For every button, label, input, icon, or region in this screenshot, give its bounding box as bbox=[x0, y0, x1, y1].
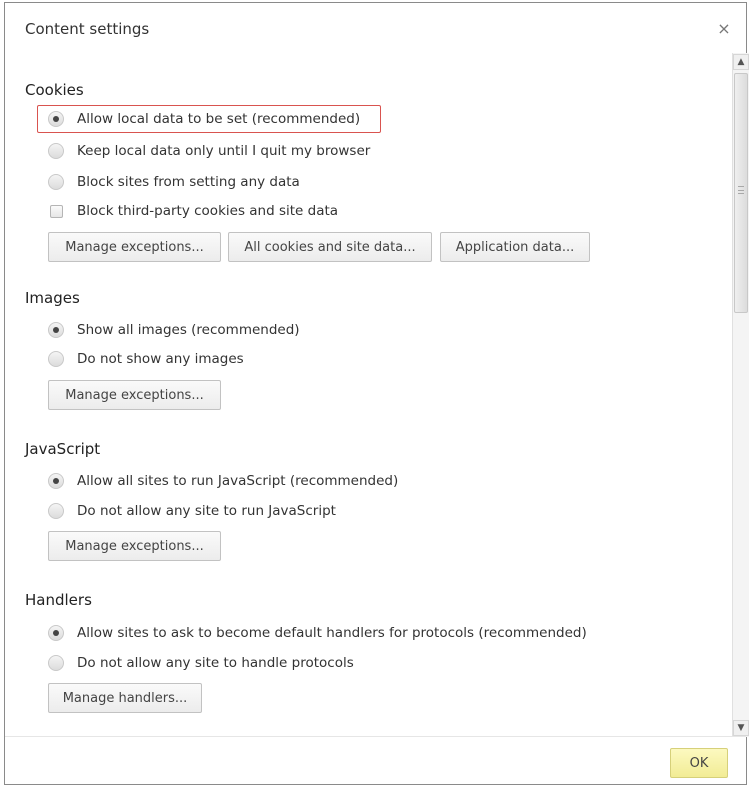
radio-disallow-javascript[interactable]: Do not allow any site to run JavaScript bbox=[48, 500, 336, 522]
scroll-up-icon[interactable]: ▲ bbox=[733, 54, 749, 70]
application-data-button[interactable]: Application data... bbox=[440, 232, 590, 262]
scroll-down-icon[interactable]: ▼ bbox=[733, 720, 749, 736]
radio-label: Do not show any images bbox=[77, 351, 244, 367]
radio-disallow-handlers[interactable]: Do not allow any site to handle protocol… bbox=[48, 652, 354, 674]
section-title-handlers: Handlers bbox=[25, 591, 92, 609]
radio-label: Do not allow any site to run JavaScript bbox=[77, 503, 336, 519]
radio-button[interactable] bbox=[48, 174, 64, 190]
ok-button[interactable]: OK bbox=[670, 748, 728, 778]
checkbox[interactable] bbox=[50, 204, 63, 218]
checkbox-block-third-party[interactable]: Block third-party cookies and site data bbox=[48, 200, 338, 222]
content-settings-dialog: Content settings × Cookies Allow local d… bbox=[4, 2, 749, 785]
dialog-footer: OK bbox=[5, 736, 746, 784]
radio-keep-until-quit[interactable]: Keep local data only until I quit my bro… bbox=[48, 140, 370, 162]
manage-javascript-exceptions-button[interactable]: Manage exceptions... bbox=[48, 531, 221, 561]
radio-allow-local-data[interactable]: Allow local data to be set (recommended) bbox=[48, 108, 360, 130]
all-cookies-button[interactable]: All cookies and site data... bbox=[228, 232, 432, 262]
radio-allow-handlers[interactable]: Allow sites to ask to become default han… bbox=[48, 622, 587, 644]
radio-button[interactable] bbox=[48, 111, 64, 127]
radio-block-sites-data[interactable]: Block sites from setting any data bbox=[48, 171, 300, 193]
manage-exceptions-button[interactable]: Manage exceptions... bbox=[48, 232, 221, 262]
radio-label: Show all images (recommended) bbox=[77, 322, 300, 338]
radio-label: Do not allow any site to handle protocol… bbox=[77, 655, 354, 671]
radio-button[interactable] bbox=[48, 473, 64, 489]
section-title-images: Images bbox=[25, 289, 80, 307]
section-title-javascript: JavaScript bbox=[25, 440, 101, 458]
settings-content: Cookies Allow local data to be set (reco… bbox=[5, 55, 731, 737]
manage-handlers-button[interactable]: Manage handlers... bbox=[48, 683, 202, 713]
section-title-cookies: Cookies bbox=[25, 81, 84, 99]
checkbox-label: Block third-party cookies and site data bbox=[77, 203, 339, 219]
radio-button[interactable] bbox=[48, 322, 64, 338]
radio-button[interactable] bbox=[48, 143, 64, 159]
radio-label: Allow sites to ask to become default han… bbox=[77, 625, 587, 641]
radio-button[interactable] bbox=[48, 655, 64, 671]
dialog-title: Content settings bbox=[25, 20, 150, 38]
radio-show-images[interactable]: Show all images (recommended) bbox=[48, 319, 300, 341]
close-icon[interactable]: × bbox=[716, 21, 732, 37]
radio-label: Keep local data only until I quit my bro… bbox=[77, 143, 371, 159]
radio-label: Block sites from setting any data bbox=[77, 174, 300, 190]
scrollbar-thumb[interactable] bbox=[734, 73, 748, 313]
radio-label: Allow local data to be set (recommended) bbox=[77, 111, 361, 127]
radio-label: Allow all sites to run JavaScript (recom… bbox=[77, 473, 399, 489]
radio-button[interactable] bbox=[48, 625, 64, 641]
radio-button[interactable] bbox=[48, 503, 64, 519]
radio-no-images[interactable]: Do not show any images bbox=[48, 348, 244, 370]
vertical-scrollbar[interactable]: ▲ ▼ bbox=[732, 53, 749, 737]
radio-allow-javascript[interactable]: Allow all sites to run JavaScript (recom… bbox=[48, 470, 398, 492]
radio-button[interactable] bbox=[48, 351, 64, 367]
grip-icon bbox=[738, 186, 744, 194]
manage-image-exceptions-button[interactable]: Manage exceptions... bbox=[48, 380, 221, 410]
